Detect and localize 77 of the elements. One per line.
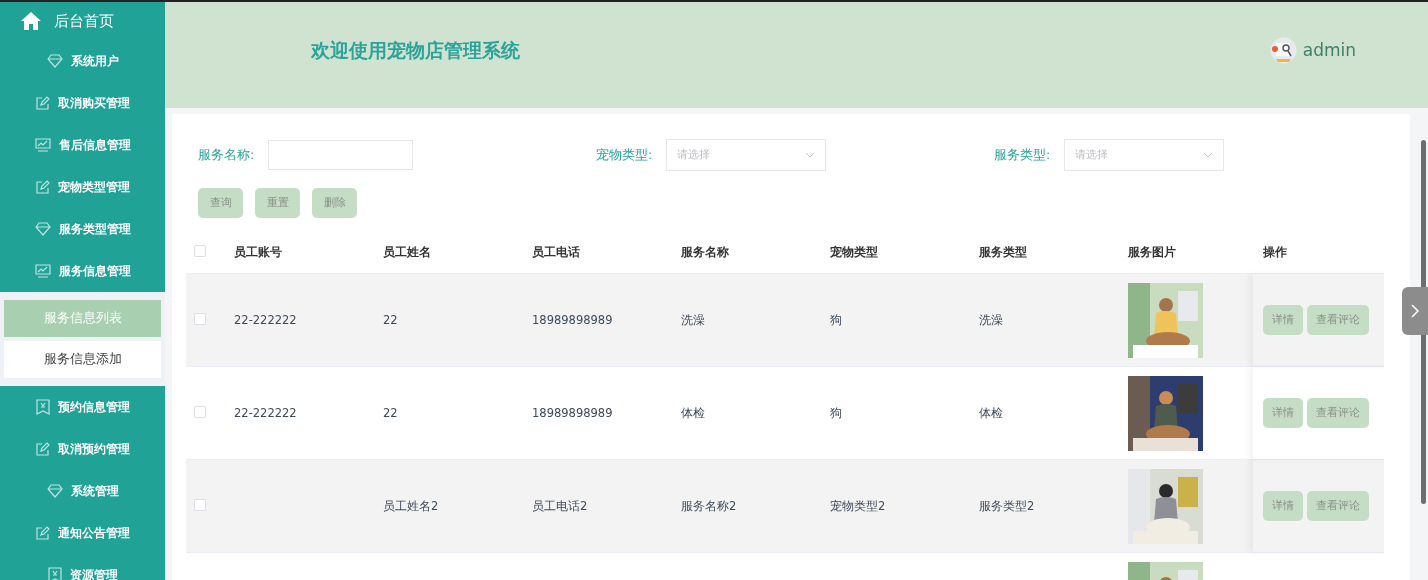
sidebar-item[interactable]: 售后信息管理 — [0, 124, 165, 166]
edit-icon — [35, 179, 50, 195]
table-cell-text: 体检 — [680, 405, 706, 421]
action-button[interactable]: 删除 — [312, 188, 357, 218]
column-header: 员工姓名 — [382, 245, 432, 260]
sidebar-item[interactable]: 通知公告管理 — [0, 512, 165, 554]
select-field[interactable]: 请选择 — [666, 139, 827, 171]
column-header: 操作 — [1262, 245, 1288, 260]
sidebar-item[interactable]: 取消预约管理 — [0, 428, 165, 470]
sidebar-item[interactable]: 服务信息管理 — [0, 250, 165, 292]
edit-icon — [35, 441, 50, 457]
receipt-icon — [47, 567, 62, 580]
row-action-button[interactable]: 详情 — [1263, 398, 1303, 428]
sidebar-item[interactable]: 取消购买管理 — [0, 82, 165, 124]
row-action-button[interactable]: 查看评论 — [1307, 305, 1369, 335]
input-field[interactable] — [268, 140, 414, 170]
column-header: 员工电话 — [531, 245, 581, 260]
diamond-icon — [46, 54, 63, 68]
diamond-icon — [34, 222, 51, 236]
row-action-button[interactable]: 详情 — [1263, 305, 1303, 335]
table-cell-text: 体检 — [978, 405, 1004, 421]
filter-label: 服务名称: — [198, 146, 255, 164]
row-action-button[interactable]: 查看评论 — [1307, 398, 1369, 428]
user-name[interactable]: admin — [1302, 40, 1356, 60]
checkbox[interactable] — [194, 312, 206, 325]
receipt-icon — [35, 399, 50, 415]
action-button[interactable]: 重置 — [255, 188, 300, 218]
chart-icon — [34, 264, 51, 278]
checkbox[interactable] — [194, 405, 206, 418]
checkbox[interactable] — [194, 498, 206, 511]
diamond-icon — [46, 484, 63, 498]
sidebar-item[interactable]: 系统用户 — [0, 40, 165, 82]
expand-tab[interactable] — [1402, 287, 1428, 335]
edit-icon — [35, 525, 50, 541]
sidebar-item[interactable]: 预约信息管理 — [0, 386, 165, 428]
table-cell-text: 22-222222 — [233, 406, 298, 420]
sidebar-item[interactable]: 系统管理 — [0, 470, 165, 512]
table-cell-text: 洗澡 — [680, 312, 706, 328]
table-cell-text: 22 — [382, 313, 399, 327]
table-cell-text: 18989898989 — [531, 406, 614, 420]
column-header: 员工账号 — [233, 245, 283, 260]
column-header: 服务图片 — [1127, 245, 1177, 260]
table-cell-text: 服务名称2 — [680, 498, 738, 514]
column-header: 服务名称 — [680, 245, 730, 260]
edit-icon — [35, 95, 50, 111]
page-title: 欢迎使用宠物店管理系统 — [311, 38, 520, 63]
chevron-down-icon — [805, 152, 816, 158]
table-cell-text: 员工姓名2 — [382, 498, 440, 514]
table-cell-text: 18989898989 — [531, 313, 614, 327]
chevron-right-icon — [1411, 304, 1419, 318]
filter-label: 服务类型: — [994, 146, 1051, 164]
sidebar-item[interactable]: 资源管理 — [0, 554, 165, 580]
checkbox[interactable] — [194, 245, 206, 257]
table-cell-text: 22-222222 — [233, 313, 298, 327]
filter-label: 宠物类型: — [596, 146, 653, 164]
table-cell-text: 22 — [382, 406, 399, 420]
sidebar-item[interactable]: 服务类型管理 — [0, 208, 165, 250]
home-link[interactable]: 后台首页 — [54, 11, 114, 31]
sidebar-item[interactable]: 宠物类型管理 — [0, 166, 165, 208]
row-action-button[interactable]: 查看评论 — [1307, 491, 1369, 521]
submenu-item[interactable]: 服务信息添加 — [4, 341, 161, 378]
submenu-item[interactable]: 服务信息列表 — [4, 300, 161, 337]
column-header: 宠物类型 — [829, 245, 879, 260]
action-button[interactable]: 查询 — [198, 188, 243, 218]
table-cell-text: 员工电话2 — [531, 498, 589, 514]
chevron-down-icon — [1203, 152, 1214, 158]
table-cell-text: 洗澡 — [978, 312, 1004, 328]
row-action-button[interactable]: 详情 — [1263, 491, 1303, 521]
table-cell-text: 宠物类型2 — [829, 498, 887, 514]
column-header: 服务类型 — [978, 245, 1028, 260]
table-cell-text: 狗 — [829, 312, 843, 328]
chart-icon — [34, 138, 51, 152]
table-cell-text: 服务类型2 — [978, 498, 1036, 514]
avatar-icon[interactable] — [1269, 36, 1297, 64]
table-cell-text: 狗 — [829, 405, 843, 421]
home-icon — [20, 11, 42, 31]
select-field[interactable]: 请选择 — [1064, 139, 1225, 171]
